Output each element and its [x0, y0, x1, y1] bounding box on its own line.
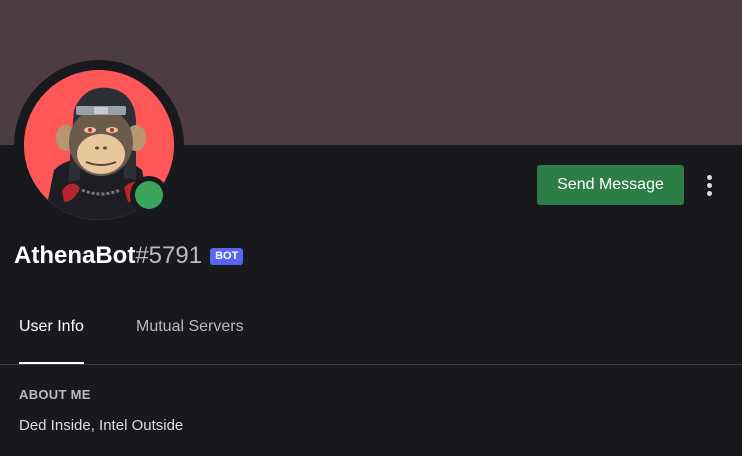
about-me-text: Ded Inside, Intel Outside — [19, 417, 184, 434]
discriminator: #5791 — [135, 242, 203, 269]
user-profile-modal: Send Message AthenaBot #5791 BOT User In… — [0, 0, 742, 456]
about-me-heading: ABOUT ME — [19, 387, 91, 402]
tab-mutual-servers[interactable]: Mutual Servers — [136, 318, 244, 336]
more-dot — [706, 190, 712, 196]
more-dot — [706, 174, 712, 180]
avatar-container — [14, 60, 184, 230]
bot-badge: BOT — [210, 247, 244, 265]
profile-tabs: User Info Mutual Servers — [0, 300, 742, 365]
online-status-dot — [135, 181, 163, 209]
more-options-icon[interactable] — [697, 170, 721, 200]
send-message-button[interactable]: Send Message — [537, 165, 684, 205]
name-row: AthenaBot #5791 BOT — [14, 240, 244, 272]
more-dot — [706, 182, 712, 188]
username[interactable]: AthenaBot — [14, 242, 135, 270]
status-indicator — [130, 176, 168, 214]
tab-user-info[interactable]: User Info — [19, 318, 84, 364]
